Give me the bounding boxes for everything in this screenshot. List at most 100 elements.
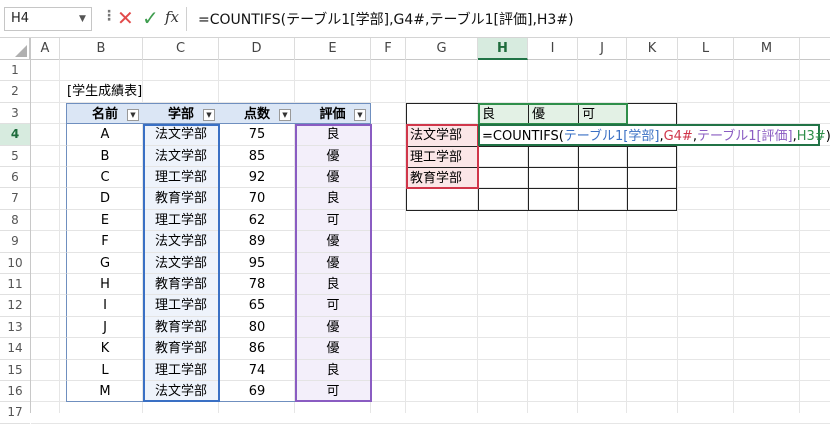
summary-cell[interactable] xyxy=(528,188,579,211)
summary-cell[interactable] xyxy=(627,167,677,190)
reference-outline-faculty xyxy=(143,124,220,403)
summary-cell[interactable] xyxy=(478,188,529,211)
column-header-C[interactable]: C xyxy=(143,38,219,60)
table-cell[interactable]: M xyxy=(66,381,143,403)
enter-check-icon[interactable]: ✓ xyxy=(142,6,159,30)
gridline-col xyxy=(799,60,800,413)
summary-cell[interactable] xyxy=(578,188,628,211)
table-cell[interactable]: B xyxy=(66,145,143,167)
table-header-label: 点数 xyxy=(243,106,270,122)
filter-dropdown-icon[interactable]: ▼ xyxy=(354,108,366,121)
gridline-col xyxy=(733,60,734,413)
summary-cell[interactable] xyxy=(478,145,529,168)
filter-dropdown-icon[interactable]: ▼ xyxy=(279,108,291,121)
active-cell-editor[interactable]: =COUNTIFS(テーブル1[学部],G4#,テーブル1[評価],H3#) xyxy=(478,124,830,146)
column-header-A[interactable]: A xyxy=(31,38,60,60)
table-cell[interactable]: 74 xyxy=(219,360,295,381)
summary-cell[interactable] xyxy=(627,188,677,211)
table-cell[interactable]: K xyxy=(66,338,143,360)
insert-function-icon[interactable]: fx xyxy=(165,8,179,26)
column-header-K[interactable]: K xyxy=(627,38,678,60)
reference-outline-grade xyxy=(295,124,372,403)
table-header-cell[interactable]: 学部 ▼ xyxy=(143,102,219,125)
column-header-G[interactable]: G xyxy=(406,38,478,60)
table-cell[interactable]: 85 xyxy=(219,146,295,167)
summary-cell[interactable] xyxy=(478,167,529,190)
filter-dropdown-icon[interactable]: ▼ xyxy=(127,108,139,121)
table-cell[interactable]: 62 xyxy=(219,210,295,232)
formula-close: ) xyxy=(826,129,830,144)
table-cell[interactable]: 95 xyxy=(219,253,295,274)
summary-cell[interactable] xyxy=(627,102,677,126)
table-header-cell[interactable]: 評価 ▼ xyxy=(295,102,371,125)
column-header-M[interactable]: M xyxy=(734,38,800,60)
table-cell[interactable]: 70 xyxy=(219,188,295,210)
table-cell[interactable]: F xyxy=(66,231,143,253)
table-cell[interactable]: 89 xyxy=(219,231,295,253)
column-header-D[interactable]: D xyxy=(219,38,295,60)
formula-ref-grade: テーブル1[評価] xyxy=(696,129,793,144)
table-cell[interactable]: 75 xyxy=(219,124,295,146)
table-cell[interactable]: A xyxy=(66,124,143,146)
row-header-8[interactable]: 8 xyxy=(0,210,30,232)
select-all-corner[interactable] xyxy=(0,38,30,60)
summary-cell[interactable] xyxy=(578,167,628,190)
filter-dropdown-icon[interactable]: ▼ xyxy=(203,108,215,121)
column-header-J[interactable]: J xyxy=(578,38,627,60)
summary-cell[interactable] xyxy=(627,145,677,168)
table-cell[interactable]: 65 xyxy=(219,295,295,317)
row-header-12[interactable]: 12 xyxy=(0,295,30,317)
column-header-F[interactable]: F xyxy=(371,38,406,60)
table-cell[interactable]: G xyxy=(66,252,143,274)
table-header-label: 名前 xyxy=(91,106,118,122)
column-header-L[interactable]: L xyxy=(678,38,734,60)
table-cell[interactable]: 86 xyxy=(219,338,295,360)
column-header-H[interactable]: H xyxy=(478,38,528,60)
sheet-title[interactable]: [学生成績表] xyxy=(67,81,142,102)
row-header-13[interactable]: 13 xyxy=(0,317,30,339)
table-cell[interactable]: 78 xyxy=(219,274,295,296)
table-cell[interactable]: 80 xyxy=(219,317,295,339)
table-cell[interactable]: I xyxy=(66,295,143,317)
row-header-2[interactable]: 2 xyxy=(0,81,30,103)
table-cell[interactable]: L xyxy=(66,359,143,381)
row-header-17[interactable]: 17 xyxy=(0,402,30,424)
row-header-6[interactable]: 6 xyxy=(0,167,30,189)
table-cell[interactable]: H xyxy=(66,274,143,296)
table-cell[interactable]: E xyxy=(66,209,143,232)
table-header-cell[interactable]: 名前 ▼ xyxy=(66,102,143,125)
row-header-4[interactable]: 4 xyxy=(0,124,30,146)
row-header-1[interactable]: 1 xyxy=(0,60,30,82)
table-cell[interactable]: 69 xyxy=(219,381,295,403)
summary-cell[interactable] xyxy=(528,145,579,168)
row-header-9[interactable]: 9 xyxy=(0,231,30,253)
row-header-3[interactable]: 3 xyxy=(0,103,30,125)
table-cell[interactable]: J xyxy=(66,316,143,339)
table-cell[interactable]: C xyxy=(66,167,143,189)
row-header-divider xyxy=(30,38,31,413)
summary-cell[interactable] xyxy=(406,188,479,211)
column-header-B[interactable]: B xyxy=(60,38,143,60)
row-header-11[interactable]: 11 xyxy=(0,274,30,296)
row-header-15[interactable]: 15 xyxy=(0,360,30,381)
gridline-row xyxy=(31,80,830,82)
formula-input[interactable]: =COUNTIFS(テーブル1[学部],G4#,テーブル1[評価],H3#) xyxy=(198,9,574,29)
row-header-16[interactable]: 16 xyxy=(0,381,30,403)
table-header-label: 学部 xyxy=(167,106,194,122)
table-header-cell[interactable]: 点数 ▼ xyxy=(219,102,295,125)
column-header-E[interactable]: E xyxy=(295,38,371,60)
summary-cell[interactable] xyxy=(528,167,579,190)
more-options-icon[interactable]: ⋮ xyxy=(102,8,116,24)
row-header-14[interactable]: 14 xyxy=(0,338,30,360)
gridline-col xyxy=(59,60,60,413)
summary-cell[interactable] xyxy=(578,145,628,168)
row-header-10[interactable]: 10 xyxy=(0,253,30,274)
table-cell[interactable]: D xyxy=(66,188,143,210)
summary-cell[interactable] xyxy=(406,102,479,126)
chevron-down-icon[interactable]: ▼ xyxy=(79,7,86,31)
column-header-I[interactable]: I xyxy=(528,38,578,60)
row-header-7[interactable]: 7 xyxy=(0,188,30,210)
cancel-icon[interactable]: ✕ xyxy=(117,6,134,30)
row-header-5[interactable]: 5 xyxy=(0,146,30,167)
table-cell[interactable]: 92 xyxy=(219,167,295,189)
